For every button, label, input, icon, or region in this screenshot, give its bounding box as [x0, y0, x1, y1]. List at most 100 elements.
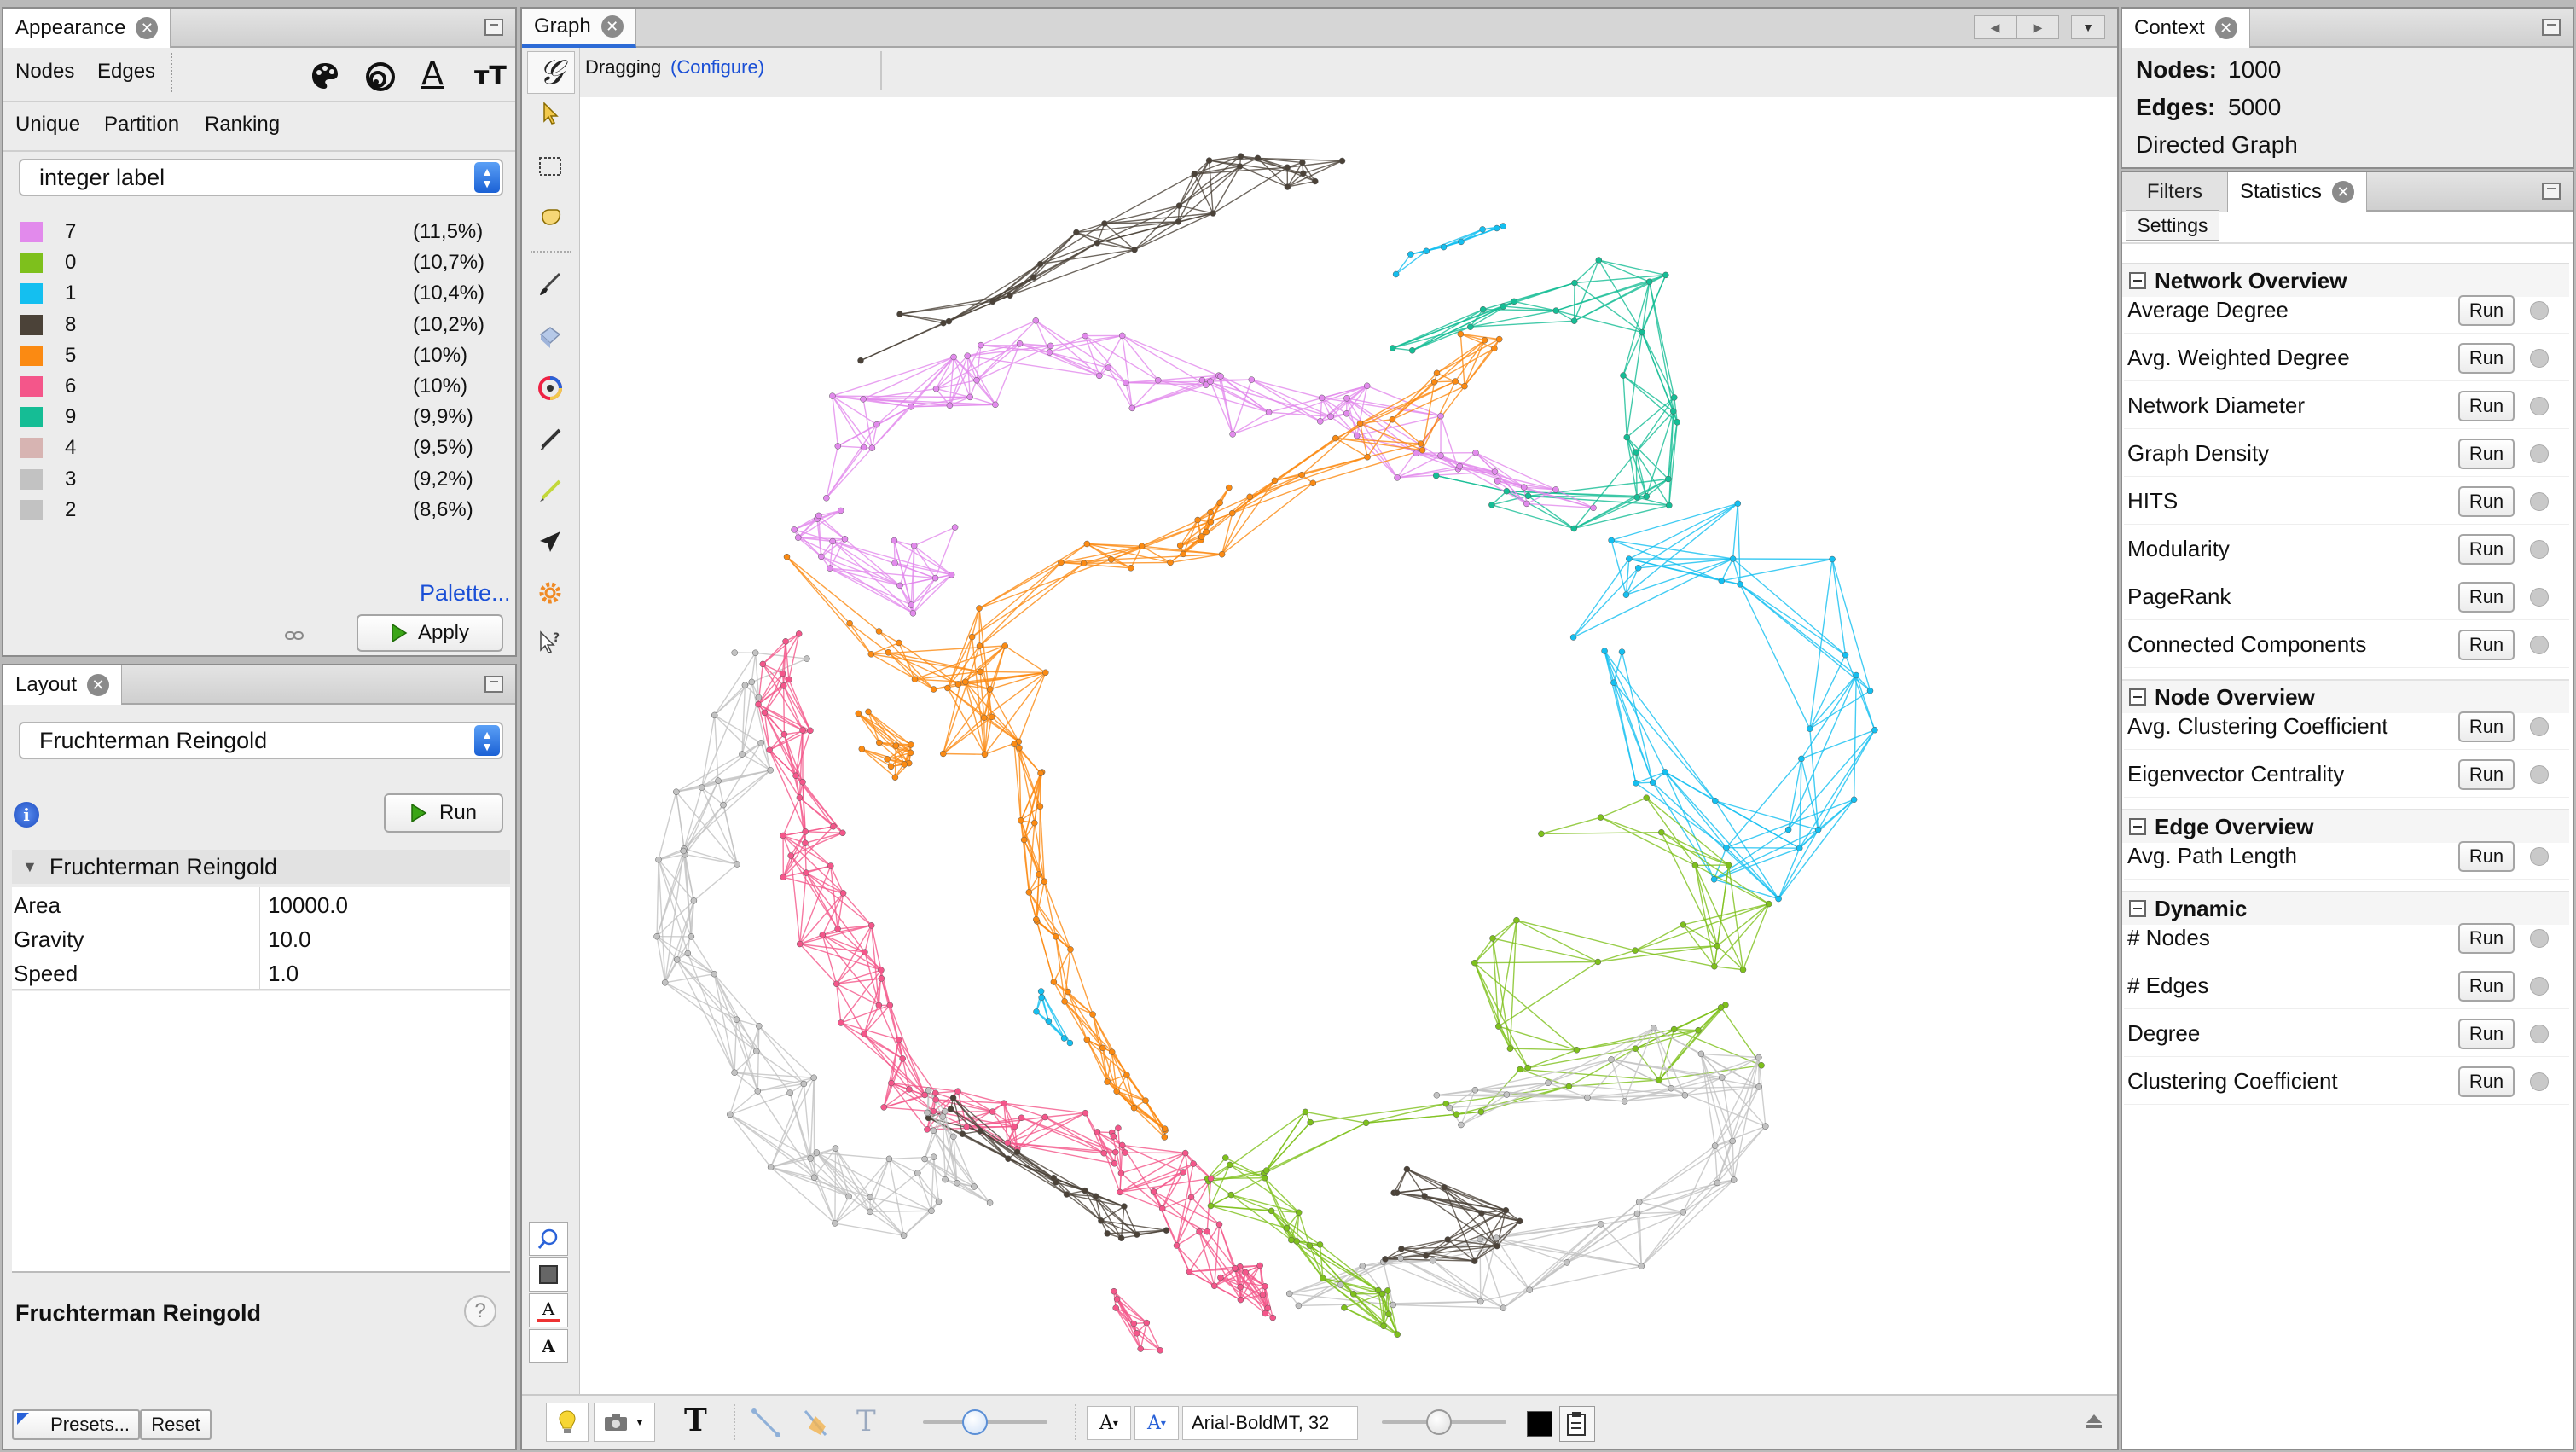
- graph-node[interactable]: [1259, 1291, 1267, 1298]
- graph-node[interactable]: [931, 574, 939, 582]
- graph-node[interactable]: [1389, 345, 1396, 351]
- graph-node[interactable]: [1353, 432, 1361, 439]
- graph-node[interactable]: [1565, 1083, 1573, 1090]
- stat-section-header[interactable]: Edge Overview: [2122, 809, 2569, 843]
- graph-node[interactable]: [1300, 170, 1307, 177]
- graph-node[interactable]: [1511, 298, 1517, 305]
- graph-node[interactable]: [1138, 543, 1146, 549]
- graph-node[interactable]: [1036, 260, 1044, 268]
- graph-node[interactable]: [1187, 1194, 1195, 1201]
- graph-node[interactable]: [823, 495, 830, 502]
- graph-node[interactable]: [1643, 493, 1651, 500]
- info-icon[interactable]: i: [14, 802, 39, 828]
- graph-node[interactable]: [1380, 1322, 1387, 1330]
- graph-node[interactable]: [688, 933, 695, 940]
- graph-node[interactable]: [787, 852, 794, 859]
- graph-node[interactable]: [1284, 164, 1291, 171]
- graph-node[interactable]: [878, 967, 885, 973]
- tab-unique[interactable]: Unique: [15, 113, 80, 136]
- graph-node[interactable]: [1161, 1125, 1169, 1132]
- font-selector[interactable]: Arial-BoldMT, 32: [1182, 1406, 1358, 1440]
- graph-node[interactable]: [1038, 994, 1045, 1002]
- graph-node[interactable]: [1755, 1083, 1762, 1090]
- graph-node[interactable]: [711, 711, 718, 719]
- settings-button[interactable]: Settings: [2126, 210, 2219, 241]
- graph-node[interactable]: [1719, 1074, 1726, 1081]
- graph-node[interactable]: [891, 774, 899, 781]
- graph-node[interactable]: [1216, 499, 1223, 507]
- graph-node[interactable]: [1298, 471, 1305, 479]
- graph-node[interactable]: [1520, 484, 1528, 491]
- graph-node[interactable]: [1013, 1148, 1021, 1156]
- stat-run-button[interactable]: Run: [2458, 486, 2515, 517]
- graph-node[interactable]: [1494, 478, 1501, 485]
- tab-statistics[interactable]: Statistics ✕: [2228, 172, 2368, 212]
- graph-node[interactable]: [1394, 474, 1401, 481]
- graph-node[interactable]: [756, 1022, 763, 1030]
- graph-node[interactable]: [959, 1130, 966, 1137]
- graph-node[interactable]: [839, 890, 847, 897]
- graph-node[interactable]: [896, 311, 903, 317]
- properties-section-header[interactable]: ▼ Fruchterman Reingold: [12, 850, 510, 884]
- graph-node[interactable]: [1101, 220, 1108, 227]
- graph-node[interactable]: [780, 731, 788, 738]
- graph-node[interactable]: [966, 393, 973, 401]
- graph-node[interactable]: [753, 1048, 760, 1054]
- graph-node[interactable]: [834, 926, 841, 932]
- tab-scroll-left-button[interactable]: ◀: [1974, 15, 2016, 39]
- graph-node[interactable]: [1096, 372, 1103, 380]
- graph-node[interactable]: [1134, 1231, 1140, 1238]
- graph-node[interactable]: [1337, 1281, 1344, 1288]
- graph-node[interactable]: [833, 980, 840, 988]
- graph-node[interactable]: [827, 565, 833, 572]
- graph-node[interactable]: [1204, 1228, 1210, 1235]
- graph-node[interactable]: [1063, 1191, 1070, 1198]
- graph-node[interactable]: [1711, 1142, 1719, 1149]
- graph-node[interactable]: [1513, 916, 1520, 924]
- graph-node[interactable]: [1108, 556, 1115, 563]
- graph-node[interactable]: [860, 396, 867, 403]
- graph-node[interactable]: [1571, 279, 1578, 287]
- graph-node[interactable]: [792, 772, 799, 780]
- graph-node[interactable]: [884, 756, 891, 763]
- stat-run-button[interactable]: Run: [2458, 295, 2515, 326]
- graph-node[interactable]: [1444, 1236, 1451, 1243]
- graph-node[interactable]: [1737, 581, 1743, 588]
- graph-node[interactable]: [720, 801, 727, 809]
- edge-label-icon[interactable]: T: [856, 1404, 876, 1438]
- graph-node[interactable]: [867, 1194, 873, 1201]
- graph-node[interactable]: [690, 897, 698, 904]
- graph-node[interactable]: [1384, 1287, 1391, 1294]
- graph-node[interactable]: [819, 932, 827, 938]
- graph-node[interactable]: [782, 638, 789, 645]
- graph-node[interactable]: [1765, 900, 1772, 908]
- graph-node[interactable]: [895, 1036, 902, 1043]
- graph-node[interactable]: [1457, 330, 1465, 338]
- graph-node[interactable]: [1157, 1347, 1163, 1354]
- tab-layout[interactable]: Layout ✕: [3, 665, 123, 705]
- graph-node[interactable]: [1110, 1133, 1117, 1140]
- property-value[interactable]: 10000.0: [268, 892, 348, 919]
- graph-node[interactable]: [986, 686, 994, 693]
- graph-node[interactable]: [928, 1207, 935, 1215]
- graph-node[interactable]: [1403, 1165, 1411, 1173]
- graph-node[interactable]: [810, 1174, 818, 1182]
- graph-node[interactable]: [1020, 836, 1028, 844]
- graph-node[interactable]: [1467, 323, 1474, 330]
- help-cursor-icon[interactable]: ?: [537, 630, 563, 655]
- graph-node[interactable]: [1472, 449, 1479, 456]
- graph-node[interactable]: [932, 1096, 939, 1103]
- graph-node[interactable]: [1516, 1217, 1523, 1225]
- graph-node[interactable]: [813, 1149, 821, 1156]
- graph-node[interactable]: [796, 794, 804, 801]
- rectangle-selection-icon[interactable]: [537, 154, 563, 179]
- graph-canvas[interactable]: [580, 97, 2119, 1394]
- graph-node[interactable]: [1268, 1207, 1275, 1215]
- graph-node[interactable]: [1005, 1155, 1012, 1162]
- tab-nodes[interactable]: Nodes: [15, 60, 74, 84]
- graph-node[interactable]: [858, 746, 866, 752]
- graph-node[interactable]: [1479, 305, 1487, 313]
- graph-node[interactable]: [1293, 1238, 1300, 1245]
- graph-node[interactable]: [886, 1002, 894, 1009]
- graph-node[interactable]: [1045, 1018, 1053, 1025]
